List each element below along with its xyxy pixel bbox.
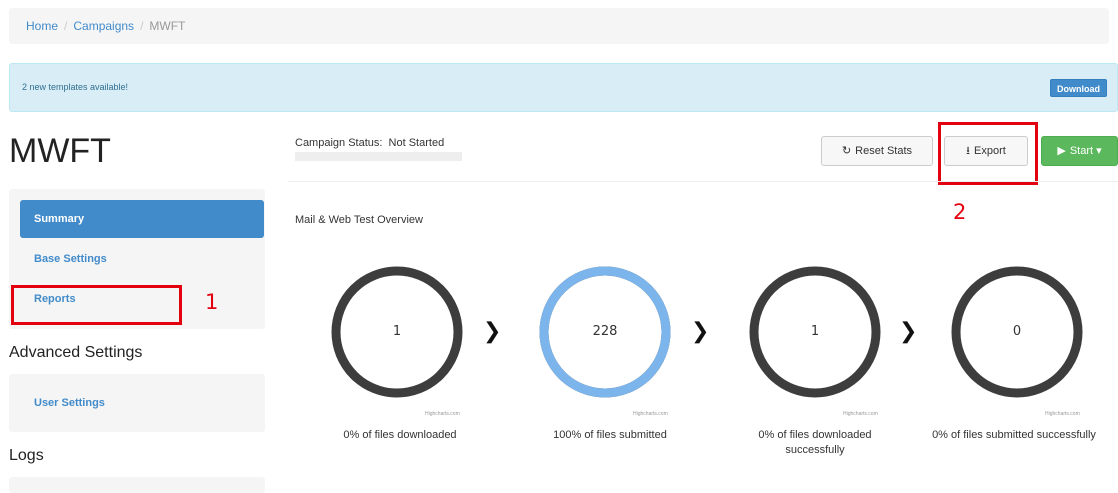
sidebar-item-base-settings[interactable]: Base Settings bbox=[20, 240, 264, 278]
breadcrumb-separator: / bbox=[140, 19, 144, 33]
sidebar-logs-nav bbox=[9, 477, 265, 493]
advanced-settings-heading: Advanced Settings bbox=[9, 344, 143, 361]
donut-value: 1 bbox=[810, 324, 820, 339]
donut-submitted-successfully: 0 bbox=[947, 262, 1087, 402]
caret-down-icon: ▾ bbox=[1096, 145, 1102, 157]
sidebar-item-summary[interactable]: Summary bbox=[20, 200, 264, 238]
chart-credit[interactable]: Highcharts.com bbox=[633, 411, 668, 417]
annotation-box-export bbox=[938, 122, 1038, 185]
chevron-right-icon: ❯ bbox=[483, 318, 502, 343]
campaign-status-text: Campaign Status: Not Started bbox=[295, 137, 445, 149]
donut-value: 1 bbox=[392, 324, 402, 339]
sidebar-advanced-nav: User Settings bbox=[9, 374, 265, 432]
campaign-status-bar bbox=[295, 152, 462, 161]
reset-stats-button[interactable]: ↻ Reset Stats bbox=[821, 136, 933, 166]
download-button[interactable]: Download bbox=[1050, 79, 1107, 97]
donut-caption: 100% of files submitted bbox=[553, 429, 667, 441]
templates-alert: 2 new templates available! Download bbox=[9, 63, 1118, 112]
alert-message: 2 new templates available! bbox=[22, 82, 129, 92]
logs-heading: Logs bbox=[9, 447, 44, 464]
annotation-box-reports bbox=[11, 285, 182, 325]
donut-value: 228 bbox=[592, 324, 618, 339]
breadcrumb-current: MWFT bbox=[149, 19, 186, 33]
chart-credit[interactable]: Highcharts.com bbox=[1045, 411, 1080, 417]
annotation-number-2: 2 bbox=[953, 200, 967, 224]
donut-value: 0 bbox=[1012, 324, 1022, 339]
overview-title: Mail & Web Test Overview bbox=[295, 214, 423, 226]
reset-stats-label: Reset Stats bbox=[855, 145, 913, 157]
start-button[interactable]: ▶ Start ▾ bbox=[1041, 136, 1118, 166]
donut-caption: 0% of files submitted successfully bbox=[932, 429, 1096, 441]
donut-downloaded: 1 bbox=[327, 262, 467, 402]
campaign-status: Campaign Status: Not Started bbox=[295, 137, 444, 149]
breadcrumb-separator: / bbox=[64, 19, 68, 33]
chart-credit[interactable]: Highcharts.com bbox=[843, 411, 878, 417]
page-title: MWFT bbox=[9, 132, 111, 170]
chevron-right-icon: ❯ bbox=[691, 318, 710, 343]
start-label: Start bbox=[1069, 145, 1094, 157]
annotation-number-1: 1 bbox=[205, 290, 219, 314]
play-icon: ▶ bbox=[1057, 145, 1066, 157]
chevron-right-icon: ❯ bbox=[899, 318, 918, 343]
donut-downloaded-successfully: 1 bbox=[745, 262, 885, 402]
sidebar-item-user-settings[interactable]: User Settings bbox=[20, 384, 264, 422]
breadcrumb-campaigns[interactable]: Campaigns bbox=[73, 19, 134, 33]
refresh-icon: ↻ bbox=[841, 145, 852, 157]
breadcrumb: Home / Campaigns / MWFT bbox=[9, 8, 1109, 44]
donut-caption: 0% of files downloaded bbox=[343, 429, 457, 441]
donut-submitted: 228 bbox=[535, 262, 675, 402]
donut-caption: 0% of files downloaded successfully bbox=[758, 429, 872, 456]
breadcrumb-home[interactable]: Home bbox=[26, 19, 58, 33]
content-divider bbox=[288, 181, 1118, 182]
chart-credit[interactable]: Highcharts.com bbox=[425, 411, 460, 417]
